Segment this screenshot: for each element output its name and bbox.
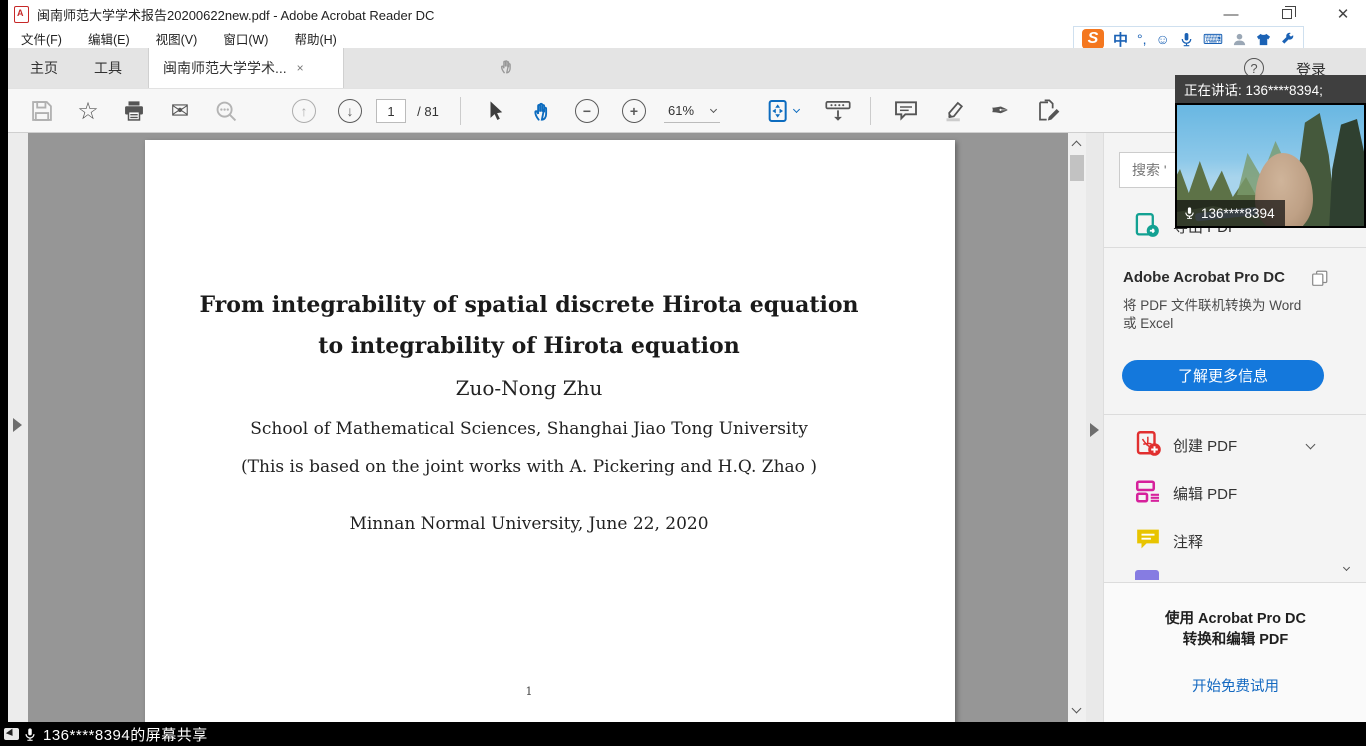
close-button[interactable]: ✕ bbox=[1330, 3, 1356, 25]
menu-edit[interactable]: 编辑(E) bbox=[75, 29, 143, 48]
pdf-affiliation: School of Mathematical Sciences, Shangha… bbox=[145, 419, 913, 439]
create-pdf-tool[interactable]: 创建 PDF bbox=[1104, 428, 1366, 462]
menu-file[interactable]: 文件(F) bbox=[8, 29, 75, 48]
fill-sign-tool-button[interactable] bbox=[1026, 89, 1070, 133]
hand-tool-button[interactable] bbox=[522, 89, 562, 133]
select-tool-button[interactable] bbox=[476, 89, 516, 133]
panel-scroll-down-icon[interactable] bbox=[1343, 564, 1350, 571]
tab-home[interactable]: 主页 bbox=[16, 48, 72, 88]
minimize-button[interactable]: — bbox=[1218, 3, 1244, 25]
zoom-out-button[interactable]: − bbox=[569, 89, 605, 133]
tab-close-icon[interactable]: × bbox=[297, 61, 304, 75]
pro-dc-card-text: 将 PDF 文件联机转换为 Word 或 Excel bbox=[1123, 297, 1301, 333]
edit-pdf-tool[interactable]: 编辑 PDF bbox=[1104, 476, 1366, 510]
share-status-text: 136****8394的屏幕共享 bbox=[43, 724, 208, 745]
comment-tool[interactable]: 注释 bbox=[1104, 524, 1366, 558]
document-scrollbar[interactable] bbox=[1068, 133, 1086, 722]
chevron-down-icon bbox=[793, 106, 800, 113]
share-mic-icon bbox=[23, 727, 37, 742]
search-tool-button[interactable] bbox=[206, 89, 246, 133]
participant-video[interactable]: 136****8394 bbox=[1175, 103, 1366, 228]
pdf-file-icon bbox=[14, 6, 29, 23]
save-button[interactable] bbox=[22, 89, 62, 133]
participant-name-tag: 136****8394 bbox=[1177, 200, 1285, 226]
export-pdf-icon bbox=[1134, 212, 1160, 238]
tab-document[interactable]: 闽南师范大学学术... × bbox=[148, 48, 344, 88]
screen-share-bar: 136****8394的屏幕共享 bbox=[0, 722, 1366, 746]
left-panel-rail bbox=[8, 133, 28, 722]
scroll-up-icon[interactable] bbox=[1071, 138, 1081, 148]
menu-view[interactable]: 视图(V) bbox=[143, 29, 211, 48]
ime-emoji-icon[interactable]: ☺ bbox=[1155, 31, 1169, 47]
email-button[interactable]: ✉ bbox=[160, 89, 200, 133]
screen-share-icon bbox=[4, 728, 19, 740]
clipped-tool-icon bbox=[1135, 570, 1159, 580]
open-left-pane-icon[interactable] bbox=[13, 418, 22, 432]
pdf-page-number: 1 bbox=[145, 685, 913, 698]
page-number-input[interactable]: 1 bbox=[374, 89, 408, 133]
scrollbar-thumb[interactable] bbox=[1070, 155, 1084, 181]
speaking-banner: 正在讲话: 136****8394; bbox=[1175, 75, 1366, 103]
mic-on-icon bbox=[1183, 206, 1196, 220]
convert-docs-icon bbox=[1311, 270, 1329, 286]
restore-button[interactable] bbox=[1274, 3, 1300, 25]
pdf-author: Zuo-Nong Zhu bbox=[145, 376, 913, 400]
pdf-page[interactable]: From integrability of spatial discrete H… bbox=[145, 140, 955, 722]
star-favorites-button[interactable]: ☆ bbox=[68, 89, 108, 133]
scroll-down-icon[interactable] bbox=[1071, 705, 1081, 715]
comment-tool-button[interactable] bbox=[884, 89, 928, 133]
right-panel-rail bbox=[1086, 133, 1103, 722]
ime-account-icon[interactable] bbox=[1232, 32, 1247, 47]
create-pdf-expand-icon[interactable] bbox=[1306, 440, 1316, 450]
create-pdf-icon bbox=[1135, 430, 1162, 457]
menu-window[interactable]: 窗口(W) bbox=[210, 29, 281, 48]
highlight-tool-button[interactable] bbox=[932, 89, 976, 133]
ime-punctuation-icon[interactable]: °, bbox=[1137, 31, 1147, 47]
collapse-tools-pane-icon[interactable] bbox=[1090, 423, 1099, 437]
mouse-cursor-icon bbox=[498, 56, 516, 76]
trial-promo: 使用 Acrobat Pro DC 转换和编辑 PDF 开始免费试用 bbox=[1104, 583, 1366, 722]
title-bar: 闽南师范大学学术报告20200622new.pdf - Adobe Acroba… bbox=[8, 0, 1366, 28]
pdf-joint-note: (This is based on the joint works with A… bbox=[145, 457, 913, 477]
restore-icon bbox=[1282, 9, 1292, 19]
previous-page-button[interactable]: ↑ bbox=[286, 89, 322, 133]
ime-skin-icon[interactable] bbox=[1256, 32, 1271, 47]
pro-dc-card-title: Adobe Acrobat Pro DC bbox=[1123, 269, 1285, 286]
next-page-button[interactable]: ↓ bbox=[332, 89, 368, 133]
zoom-level-select[interactable]: 61% bbox=[660, 89, 724, 133]
pdf-title-line1: From integrability of spatial discrete H… bbox=[145, 292, 913, 318]
start-free-trial-link[interactable]: 开始免费试用 bbox=[1192, 675, 1279, 696]
ime-language-toggle[interactable]: 中 bbox=[1113, 29, 1128, 50]
learn-more-button[interactable]: 了解更多信息 bbox=[1122, 360, 1324, 391]
video-thumbnail: 136****8394 bbox=[1177, 105, 1364, 226]
sign-tool-button[interactable]: ✒ bbox=[978, 89, 1022, 133]
ime-keyboard-icon[interactable]: ⌨ bbox=[1203, 31, 1223, 48]
menu-help[interactable]: 帮助(H) bbox=[281, 29, 349, 48]
pdf-title-line2: to integrability of Hirota equation bbox=[145, 333, 913, 359]
document-pane[interactable]: From integrability of spatial discrete H… bbox=[28, 133, 1068, 722]
ime-settings-wrench-icon[interactable] bbox=[1280, 32, 1295, 47]
edit-pdf-icon bbox=[1135, 478, 1162, 505]
page-display-mode-button[interactable] bbox=[816, 89, 860, 133]
fit-page-button[interactable] bbox=[760, 89, 806, 133]
sogou-logo-icon[interactable]: S bbox=[1082, 29, 1104, 49]
tab-bar: 主页 工具 闽南师范大学学术... × bbox=[8, 48, 1366, 88]
page-count-label: / 81 bbox=[410, 89, 446, 133]
print-button[interactable] bbox=[114, 89, 154, 133]
pdf-venue-date: Minnan Normal University, June 22, 2020 bbox=[145, 514, 913, 534]
chevron-down-icon bbox=[710, 105, 717, 112]
window-title: 闽南师范大学学术报告20200622new.pdf - Adobe Acroba… bbox=[37, 5, 434, 24]
comment-icon bbox=[1135, 526, 1161, 552]
ime-mic-icon[interactable] bbox=[1179, 32, 1194, 47]
zoom-in-button[interactable]: + bbox=[616, 89, 652, 133]
screen: 闽南师范大学学术报告20200622new.pdf - Adobe Acroba… bbox=[0, 0, 1366, 746]
main-toolbar: ☆ ✉ ↑ ↓ 1 / 81 − + 61% bbox=[8, 88, 1366, 133]
tab-tools[interactable]: 工具 bbox=[80, 48, 136, 88]
